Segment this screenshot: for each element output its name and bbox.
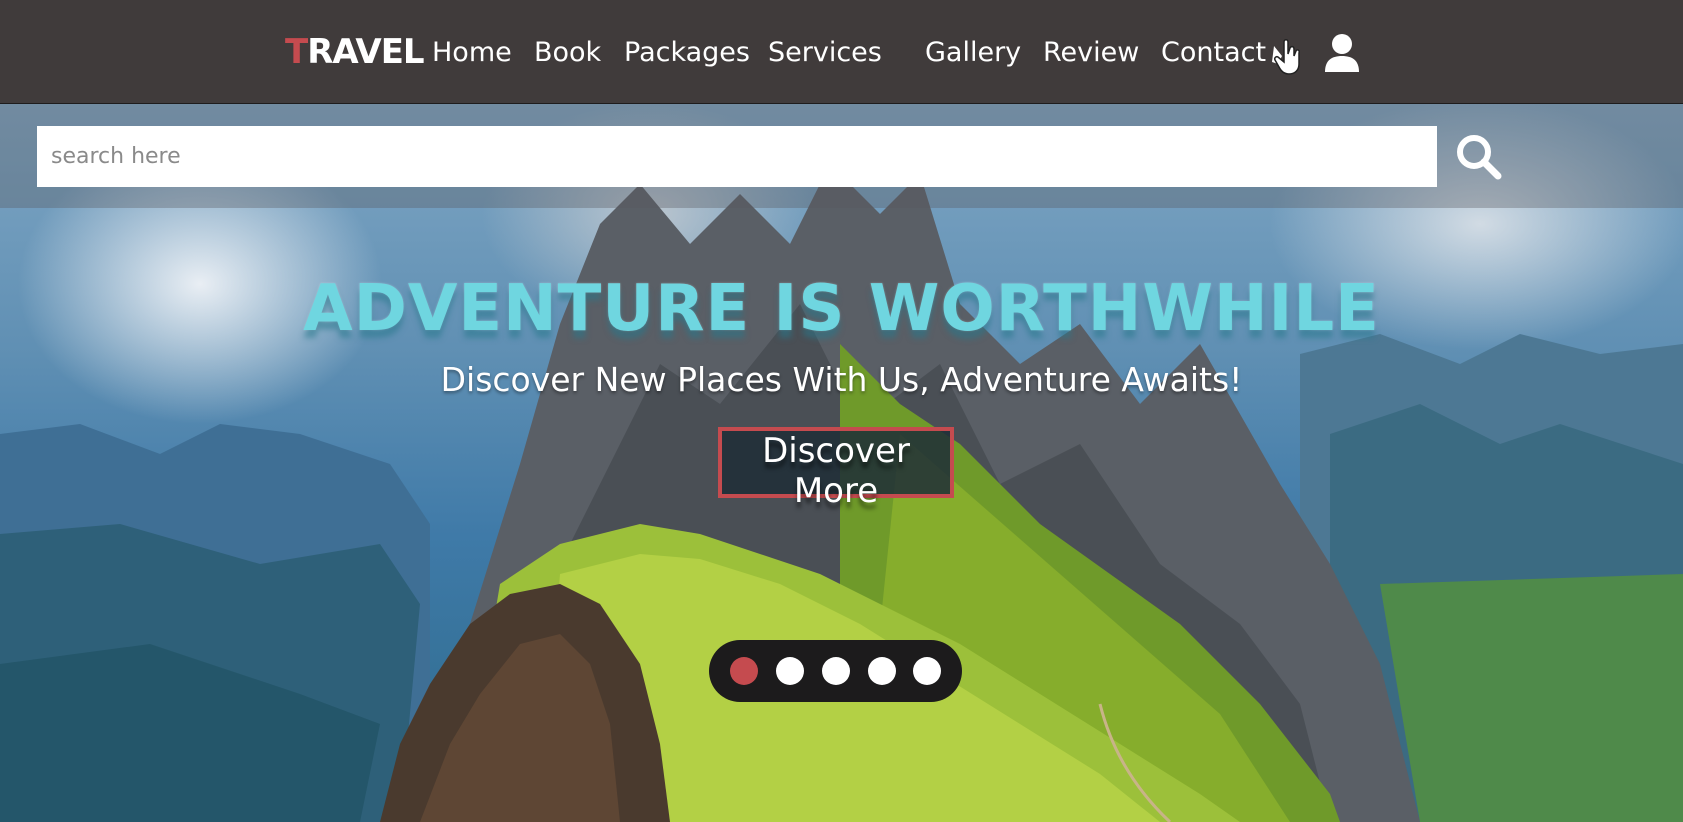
nav-link-contact[interactable]: Contact: [1161, 36, 1266, 70]
slider-dot-5[interactable]: [913, 657, 941, 685]
slider-dots: [709, 640, 962, 702]
user-icon[interactable]: [1322, 32, 1362, 74]
nav-link-services[interactable]: Services: [768, 36, 882, 70]
nav-link-home[interactable]: Home: [432, 36, 512, 70]
search-icon[interactable]: [1454, 132, 1502, 180]
search-input[interactable]: [37, 126, 1437, 187]
nav-link-gallery[interactable]: Gallery: [925, 36, 1021, 70]
navbar: TRAVEL Home Book Packages Services Galle…: [0, 0, 1683, 104]
search-bar: [0, 104, 1683, 208]
slider-dot-1[interactable]: [730, 657, 758, 685]
hero-subtitle: Discover New Places With Us, Adventure A…: [440, 360, 1243, 399]
nav-link-packages[interactable]: Packages: [624, 36, 750, 70]
nav-link-book[interactable]: Book: [534, 36, 601, 70]
hero-section: ADVENTURE IS WORTHWHILE Discover New Pla…: [0, 104, 1683, 822]
slider-dot-3[interactable]: [822, 657, 850, 685]
nav-links: Home Book Packages Services Gallery Revi…: [0, 36, 1683, 70]
slider-dot-4[interactable]: [868, 657, 896, 685]
slider-dot-2[interactable]: [776, 657, 804, 685]
hand-pointer-icon[interactable]: [1268, 36, 1304, 76]
nav-link-review[interactable]: Review: [1043, 36, 1139, 70]
discover-more-button[interactable]: Discover More: [718, 427, 954, 511]
hero-title: ADVENTURE IS WORTHWHILE: [303, 272, 1380, 346]
